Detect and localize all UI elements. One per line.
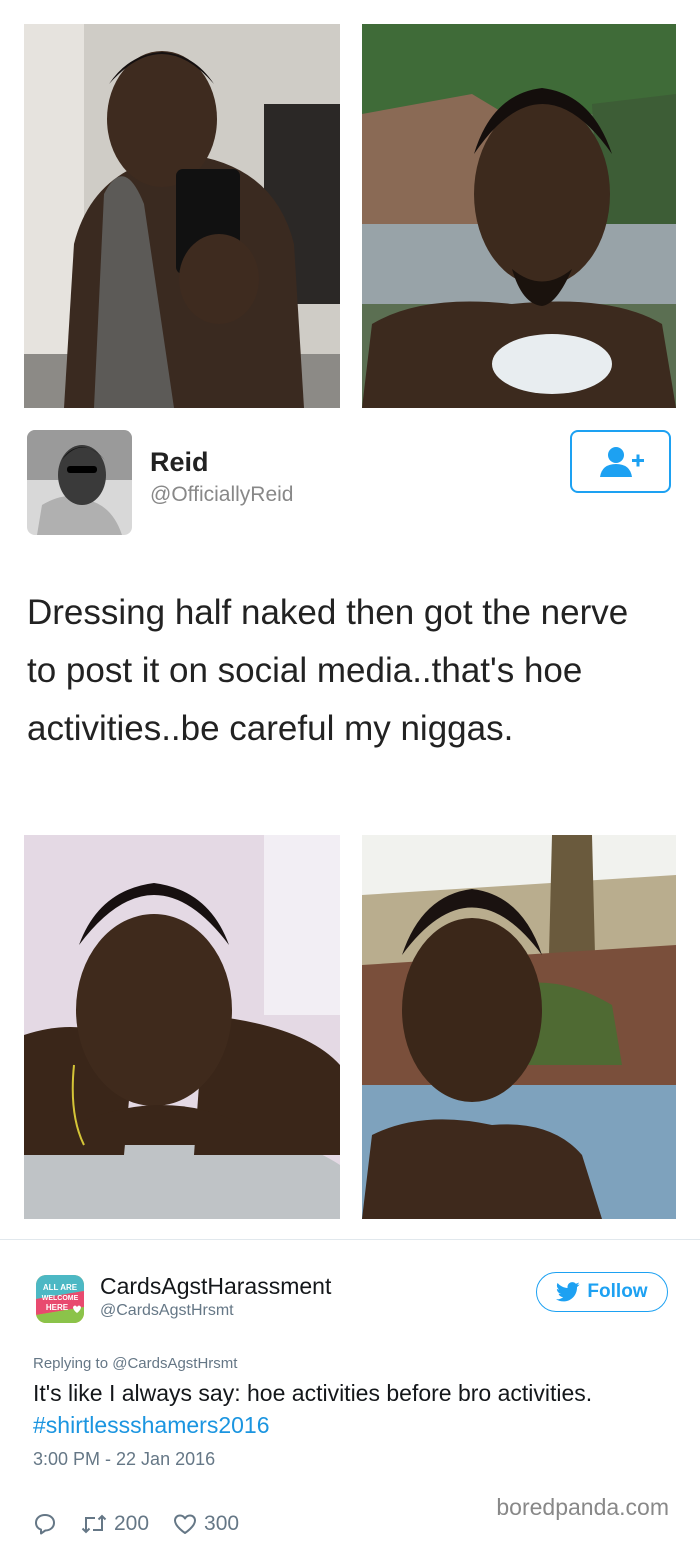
photo-selfie-mirror [24,24,340,408]
reply-action[interactable] [33,1512,57,1536]
logo-text-line-1: ALL ARE [43,1283,78,1292]
tweet-divider [0,1239,700,1240]
all-are-welcome-logo: ALL ARE WELCOME HERE [36,1275,84,1323]
reid-handle[interactable]: @OfficiallyReid [150,483,293,507]
reid-tweet-text: Dressing half naked then got the nerve t… [27,593,629,748]
tweet-timestamp[interactable]: 3:00 PM - 22 Jan 2016 [33,1449,215,1470]
photo-pool-selfie [362,835,676,1219]
logo-text-line-3: HERE [46,1303,69,1312]
cardsagstharassment-handle[interactable]: @CardsAgstHrsmt [100,1302,234,1320]
follow-button[interactable]: Follow [536,1272,668,1312]
like-action[interactable]: 300 [173,1512,239,1536]
follow-reid-button[interactable] [570,430,671,493]
hashtag-link[interactable]: #shirtlessshamers2016 [33,1412,270,1438]
retweet-count: 200 [114,1512,150,1535]
reply-icon [35,1514,55,1535]
follow-button-label: Follow [587,1281,648,1302]
like-count: 300 [204,1512,240,1535]
cardsagstharassment-display-name[interactable]: CardsAgstHarassment [100,1273,331,1300]
reid-avatar-image [27,430,132,535]
cardsagstharassment-avatar[interactable]: ALL ARE WELCOME HERE [36,1275,84,1323]
photo-hot-tub-selfie [362,24,676,408]
replying-to: Replying to @CardsAgstHrsmt [33,1355,238,1372]
photo-lying-down-selfie [24,835,340,1219]
logo-text-line-2: WELCOME [42,1295,79,1302]
reid-avatar[interactable] [27,430,132,535]
reid-display-name[interactable]: Reid [150,447,209,478]
retweet-icon [81,1514,107,1534]
retweet-action[interactable]: 200 [81,1512,149,1536]
twitter-bird-icon [556,1282,581,1302]
tweet-actions: 200 300 [33,1512,263,1536]
reply-tweet-body: It's like I always say: hoe activities b… [33,1380,593,1406]
heart-icon [174,1514,197,1534]
add-person-icon [599,446,644,477]
reply-tweet-text: It's like I always say: hoe activities b… [33,1377,653,1441]
boredpanda-watermark: boredpanda.com [496,1494,669,1520]
